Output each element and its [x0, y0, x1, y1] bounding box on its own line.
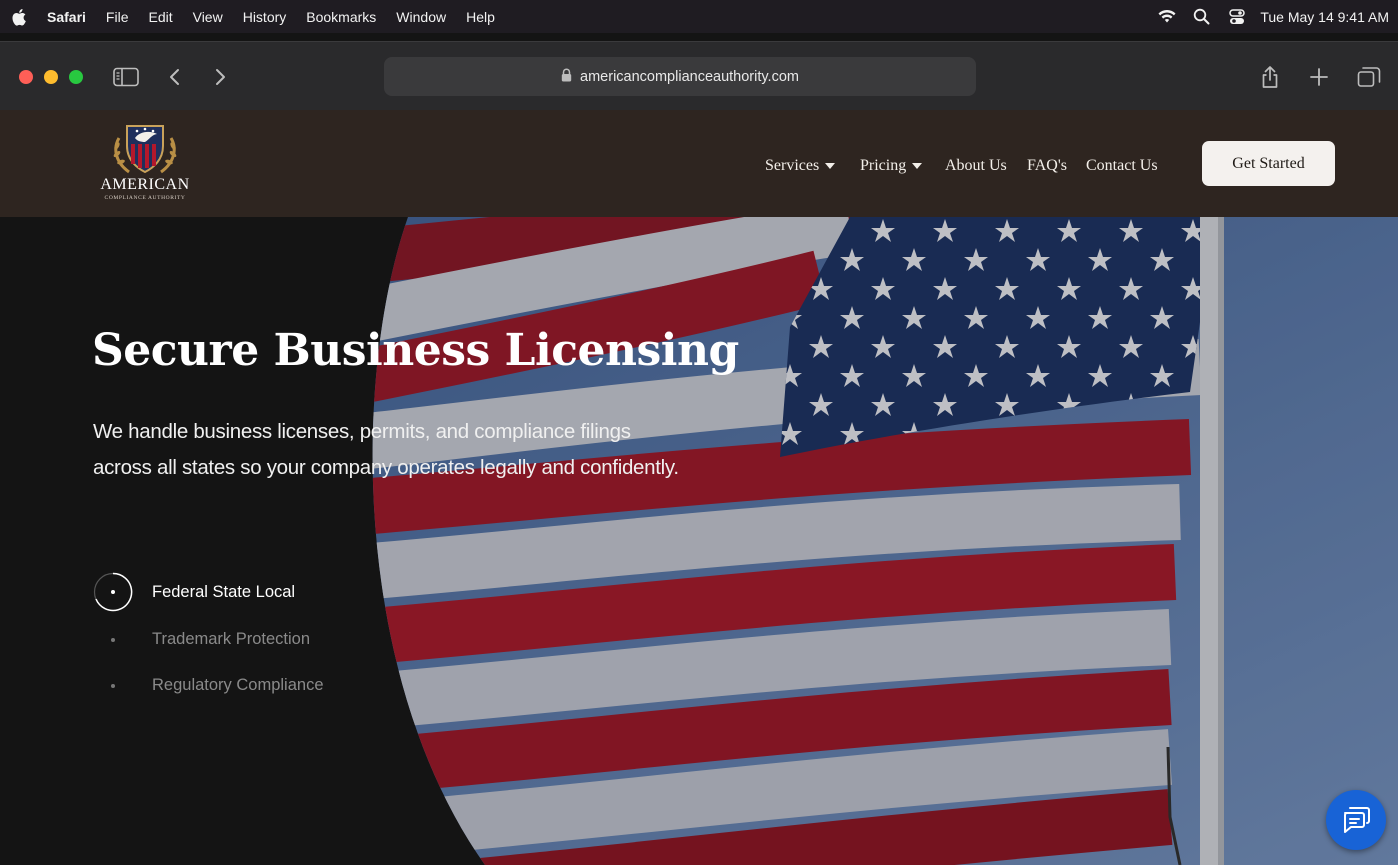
nav-pricing-wrap: Pricing	[860, 154, 923, 178]
menu-bookmarks[interactable]: Bookmarks	[296, 9, 386, 25]
feature-bullet-icon	[111, 638, 115, 642]
hero-title: Secure Business Licensing	[92, 325, 739, 376]
sidebar-toggle-icon[interactable]	[113, 65, 139, 89]
spotlight-search-icon[interactable]	[1184, 8, 1219, 25]
nav-about-us[interactable]: About Us	[945, 157, 1007, 175]
address-bar[interactable]: americancomplianceauthority.com	[384, 57, 976, 96]
url-text: americancomplianceauthority.com	[580, 68, 799, 85]
nav-services-label: Services	[765, 157, 820, 174]
close-window-button[interactable]	[19, 70, 33, 84]
nav-pricing[interactable]: Pricing	[860, 157, 923, 175]
active-feature-progress-icon	[93, 572, 133, 612]
nav-contact-wrap: Contact Us	[1086, 154, 1158, 178]
new-tab-plus-icon[interactable]	[1306, 65, 1332, 89]
share-icon[interactable]	[1257, 65, 1283, 89]
apple-icon[interactable]	[0, 8, 37, 26]
menu-window[interactable]: Window	[386, 9, 456, 25]
nav-contact-us[interactable]: Contact Us	[1086, 157, 1158, 175]
chat-bubble-icon	[1344, 807, 1370, 833]
menu-history[interactable]: History	[233, 9, 297, 25]
lock-icon	[561, 68, 572, 86]
american-flag-image	[372, 217, 1398, 865]
menu-view[interactable]: View	[183, 9, 233, 25]
logo-wordmark: AMERICAN	[100, 176, 190, 193]
menu-clock[interactable]: Tue May 14 9:41 AM	[1254, 9, 1398, 25]
nav-services[interactable]: Services	[765, 157, 836, 175]
eagle-shield-emblem-icon	[113, 125, 177, 174]
menu-file[interactable]: File	[96, 9, 139, 25]
site-header: AMERICAN COMPLIANCE AUTHORITY Services P…	[0, 110, 1398, 217]
browser-toolbar: americancomplianceauthority.com	[0, 41, 1398, 110]
hero-description: We handle business licenses, permits, an…	[93, 420, 679, 479]
menu-edit[interactable]: Edit	[138, 9, 182, 25]
wifi-icon[interactable]	[1149, 9, 1184, 24]
tab-overview-icon[interactable]	[1356, 65, 1382, 89]
menu-help[interactable]: Help	[456, 9, 505, 25]
feature-tab-federal-state-local[interactable]: Federal State Local	[152, 583, 295, 602]
nav-faqs[interactable]: FAQ's	[1027, 157, 1067, 175]
site-logo[interactable]: AMERICAN COMPLIANCE AUTHORITY	[90, 118, 200, 210]
zoom-window-button[interactable]	[69, 70, 83, 84]
back-arrow-icon[interactable]	[162, 65, 188, 89]
chevron-down-icon	[912, 163, 923, 169]
nav-pricing-label: Pricing	[860, 157, 907, 174]
feature-tab-trademark-protection[interactable]: Trademark Protection	[152, 630, 310, 649]
menu-bar: Safari File Edit View History Bookmarks …	[0, 0, 1398, 33]
chat-launcher-button[interactable]	[1326, 790, 1386, 850]
logo-subtitle: COMPLIANCE AUTHORITY	[104, 195, 186, 201]
feature-tab-regulatory-compliance[interactable]: Regulatory Compliance	[152, 676, 324, 695]
nav-about-wrap: About Us	[945, 154, 1007, 178]
forward-arrow-icon[interactable]	[207, 65, 233, 89]
get-started-button[interactable]: Get Started	[1202, 141, 1335, 186]
minimize-window-button[interactable]	[44, 70, 58, 84]
hero-section: Secure Business Licensing We handle busi…	[0, 217, 1398, 865]
control-center-icon[interactable]	[1219, 8, 1254, 25]
feature-bullet-icon	[111, 684, 115, 688]
main-nav: Services	[765, 154, 836, 178]
chevron-down-icon	[825, 163, 836, 169]
menu-app-safari[interactable]: Safari	[37, 9, 96, 25]
nav-faq-wrap: FAQ's	[1027, 154, 1067, 178]
